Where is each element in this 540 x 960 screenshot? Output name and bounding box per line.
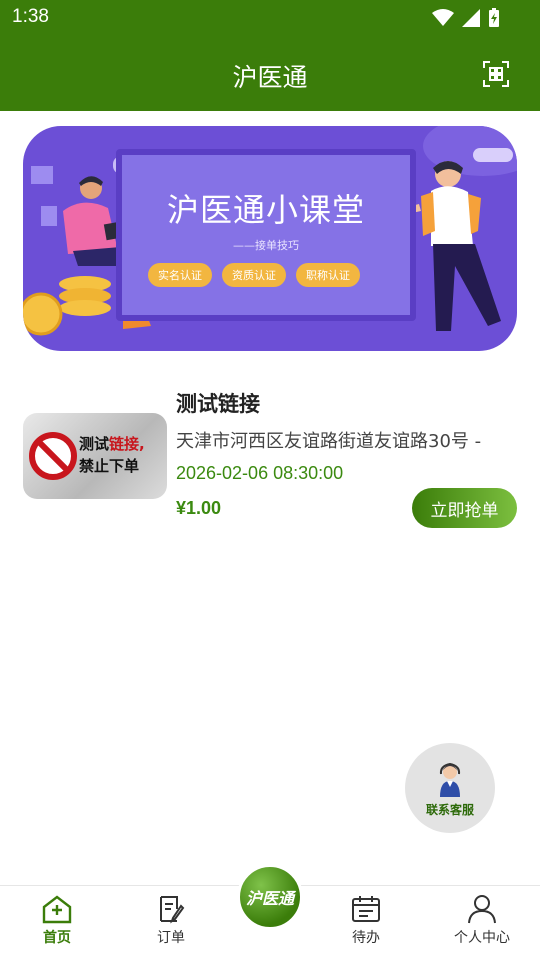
status-bar: 1:38	[0, 0, 540, 36]
customer-service-label: 联系客服	[425, 803, 474, 817]
nav-label-home: 首页	[43, 930, 71, 946]
banner-tag-realname: 实名认证	[148, 263, 212, 287]
calendar-icon	[352, 896, 380, 922]
headset-agent-icon	[439, 762, 461, 797]
home-icon	[42, 895, 72, 924]
status-icons	[432, 8, 500, 28]
nav-item-orders[interactable]: 订单	[126, 894, 216, 947]
order-card[interactable]: 测试链接, 禁止下单 测试链接 天津市河西区友谊路街道友谊路30号 - 2026…	[23, 383, 517, 533]
thumbnail-text-c: 禁止下单	[79, 457, 140, 475]
banner-board: 沪医通小课堂 ——接单技巧 实名认证 资质认证 职称认证	[116, 149, 416, 321]
order-title: 测试链接	[176, 392, 260, 416]
app-title: 沪医通	[232, 63, 308, 92]
user-icon	[468, 895, 496, 924]
app-bar: 沪医通	[0, 36, 540, 111]
grab-order-button[interactable]: 立即抢单	[412, 488, 517, 528]
banner-subtitle: ——接单技巧	[233, 239, 299, 252]
promo-banner[interactable]: 沪医通小课堂 ——接单技巧 实名认证 资质认证 职称认证	[23, 126, 517, 351]
order-address: 天津市河西区友谊路街道友谊路30号 -	[176, 431, 482, 452]
thumbnail-text-b: 链接,	[109, 435, 145, 453]
signal-icon	[462, 9, 480, 27]
status-time: 1:38	[12, 6, 49, 27]
thumbnail-text: 测试链接, 禁止下单	[79, 433, 145, 477]
center-logo-button[interactable]: 沪医通	[237, 864, 303, 930]
thumbnail-text-a: 测试	[79, 435, 110, 453]
customer-service-button[interactable]: 联系客服	[405, 743, 495, 833]
nav-label-todo: 待办	[352, 930, 380, 946]
order-time: 2026-02-06 08:30:00	[176, 463, 344, 483]
banner-tags: 实名认证 资质认证 职称认证	[148, 263, 360, 287]
order-price: ¥1.00	[176, 498, 222, 518]
banner-tag-qualification: 资质认证	[222, 263, 286, 287]
nav-item-todo[interactable]: 待办	[321, 894, 411, 947]
banner-title: 沪医通小课堂	[166, 191, 365, 229]
nav-label-profile: 个人中心	[454, 930, 510, 946]
banner-tag-title: 职称认证	[296, 263, 360, 287]
order-thumbnail: 测试链接, 禁止下单	[23, 413, 167, 499]
wifi-icon	[432, 9, 454, 26]
bottom-nav: 首页 订单 沪医通 待办 个人中心	[0, 864, 540, 960]
no-entry-icon	[29, 432, 77, 480]
nav-item-home[interactable]: 首页	[12, 894, 102, 947]
nav-label-orders: 订单	[157, 930, 185, 946]
scan-icon[interactable]	[482, 60, 510, 88]
nav-item-profile[interactable]: 个人中心	[437, 894, 527, 947]
battery-icon	[489, 8, 499, 27]
order-icon	[160, 896, 185, 924]
